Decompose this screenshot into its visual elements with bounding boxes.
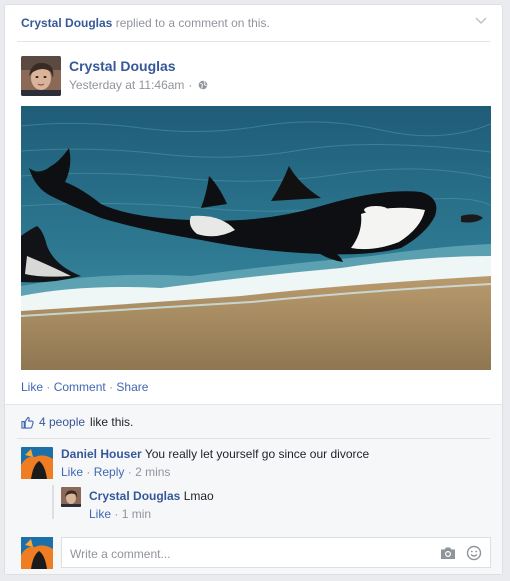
story-header: Crystal Douglas replied to a comment on …: [21, 16, 490, 36]
reply-like-link[interactable]: Like: [89, 507, 111, 521]
reply-time[interactable]: 1 min: [122, 507, 151, 521]
story-action-text: replied to a comment on this.: [115, 16, 270, 30]
orca-whales-on-beach-photo[interactable]: [21, 106, 491, 370]
post-author-name[interactable]: Crystal Douglas: [69, 58, 176, 74]
comment-reply-link[interactable]: Reply: [94, 465, 125, 479]
action-separator: ·: [109, 380, 114, 394]
comment-link[interactable]: Comment: [54, 380, 106, 394]
like-link[interactable]: Like: [21, 380, 43, 394]
header-divider: [17, 41, 490, 42]
reply-meta: Like · 1 min: [89, 507, 151, 521]
commenter-name[interactable]: Daniel Houser: [61, 447, 142, 461]
chevron-down-icon[interactable]: [474, 14, 488, 28]
reply-body: Crystal Douglas Lmao: [89, 489, 214, 503]
comment-text: You really let yourself go since our div…: [144, 447, 370, 461]
comment-like-link[interactable]: Like: [61, 465, 83, 479]
post-timestamp[interactable]: Yesterday at 11:46am: [69, 78, 184, 92]
reply-author-name[interactable]: Crystal Douglas: [89, 489, 180, 503]
reply-author-avatar[interactable]: [61, 487, 81, 507]
likes-summary: 4 people like this.: [21, 415, 133, 429]
post-actions: Like · Comment · Share: [21, 380, 148, 394]
likes-suffix: like this.: [90, 415, 134, 429]
feedback-divider: [17, 438, 490, 439]
author-avatar[interactable]: [21, 56, 61, 96]
feedback-section: 4 people like this. Daniel Houser You re…: [5, 404, 502, 574]
meta-separator: ·: [114, 507, 119, 521]
share-link[interactable]: Share: [116, 380, 148, 394]
comment-item: Daniel Houser You really let yourself go…: [21, 447, 491, 483]
reply-item: Crystal Douglas Lmao Like · 1 min: [61, 487, 481, 523]
action-separator: ·: [46, 380, 51, 394]
comment-composer[interactable]: [61, 537, 491, 568]
camera-icon[interactable]: [440, 546, 456, 560]
comment-body: Daniel Houser You really let yourself go…: [61, 447, 369, 461]
smiley-icon[interactable]: [466, 545, 482, 561]
reply-thread-line: [52, 485, 54, 519]
meta-separator: ·: [86, 465, 91, 479]
story-card: Crystal Douglas replied to a comment on …: [4, 4, 503, 575]
globe-icon[interactable]: [198, 80, 208, 90]
comment-meta: Like · Reply · 2 mins: [61, 465, 170, 479]
comment-input[interactable]: [68, 544, 432, 564]
thumbs-up-icon: [21, 416, 34, 429]
composer-avatar: [21, 537, 53, 569]
likes-count-link[interactable]: 4 people: [39, 415, 85, 429]
meta-separator: ·: [188, 78, 193, 92]
post-meta: Yesterday at 11:46am ·: [69, 78, 208, 92]
reply-text: Lmao: [183, 489, 214, 503]
commenter-avatar[interactable]: [21, 447, 53, 479]
comment-time[interactable]: 2 mins: [135, 465, 170, 479]
meta-separator: ·: [127, 465, 132, 479]
story-actor-link[interactable]: Crystal Douglas: [21, 16, 112, 30]
